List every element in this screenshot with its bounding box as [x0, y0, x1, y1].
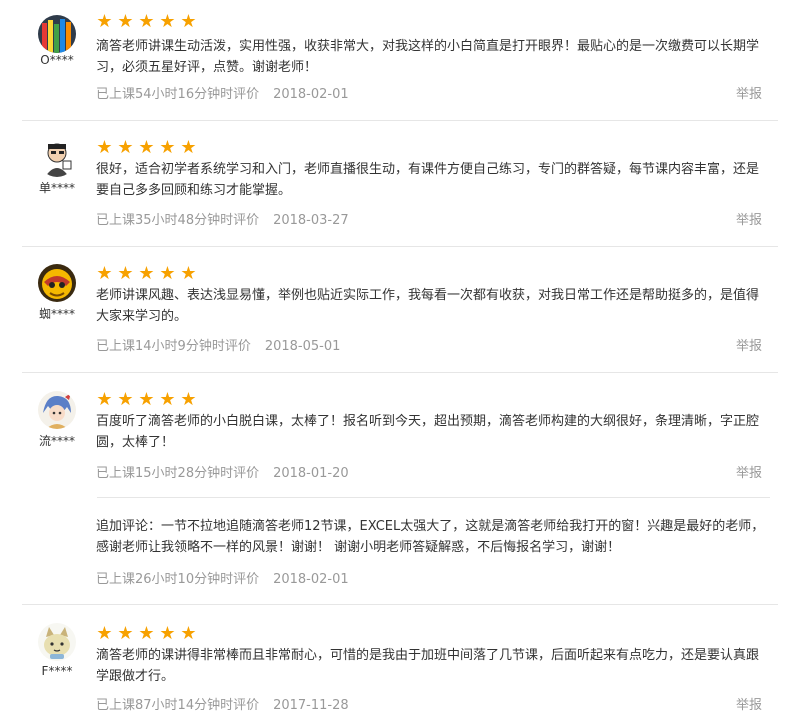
star-rating: ★ ★ ★ ★ ★ — [96, 391, 197, 409]
star-rating: ★ ★ ★ ★ ★ — [96, 625, 197, 643]
star-icon: ★ — [159, 623, 176, 644]
study-duration: 已上课54小时16分钟时评价 — [96, 87, 260, 102]
report-link[interactable]: 举报 — [736, 83, 762, 102]
review-text: 很好，适合初学者系统学习和入门，老师直播很生动，有课件方便自己练习，专门的群答疑… — [96, 162, 760, 198]
star-icon: ★ — [96, 137, 113, 158]
star-icon: ★ — [138, 623, 155, 644]
review-text: 滴答老师讲课生动活泼，实用性强，收获非常大，对我这样的小白简直是打开眼界！最贴心… — [96, 39, 760, 75]
followup-meta: 已上课26小时10分钟时评价 2018-02-01 — [96, 568, 349, 587]
review-meta: 已上课14小时9分钟时评价 2018-05-01 — [96, 335, 340, 354]
username: O**** — [40, 53, 74, 67]
report-link[interactable]: 举报 — [736, 209, 762, 228]
review-text: 滴答老师的课讲得非常棒而且非常耐心，可惜的是我由于加班中间落了几节课，后面听起来… — [96, 648, 760, 684]
star-icon: ★ — [117, 623, 134, 644]
study-duration: 已上课14小时9分钟时评价 — [96, 339, 251, 354]
review-meta: 已上课54小时16分钟时评价 2018-02-01 — [96, 83, 349, 102]
star-icon: ★ — [138, 263, 155, 284]
review-meta: 已上课15小时28分钟时评价 2018-01-20 — [96, 462, 349, 481]
followup-text: 追加评论：一节不拉地追随滴答老师12节课，EXCEL太强大了，这就是滴答老师给我… — [96, 519, 765, 555]
star-icon: ★ — [117, 11, 134, 32]
review-date: 2017-11-28 — [273, 698, 349, 713]
star-rating: ★ ★ ★ ★ ★ — [96, 13, 197, 31]
review-item: 蜘**** ★ ★ ★ ★ ★ 老师讲课风趣、表达浅显易懂，举例也贴近实际工作，… — [0, 247, 800, 373]
report-link[interactable]: 举报 — [736, 694, 762, 713]
star-icon: ★ — [117, 389, 134, 410]
study-duration: 已上课35小时48分钟时评价 — [96, 213, 260, 228]
avatar-cartoon-person-icon — [45, 143, 72, 177]
review-list: O**** ★ ★ ★ ★ ★ 滴答老师讲课生动活泼，实用性强，收获非常大，对我… — [0, 0, 800, 728]
report-link[interactable]: 举报 — [736, 335, 762, 354]
avatar-cartoon-cat-icon — [38, 623, 76, 661]
avatar[interactable] — [38, 139, 76, 177]
review-text: 百度听了滴答老师的小白脱白课，太棒了！报名听到今天，超出预期，滴答老师构建的大纲… — [96, 414, 760, 450]
review-date: 2018-03-27 — [273, 213, 349, 228]
review-date: 2018-01-20 — [273, 466, 349, 481]
star-icon: ★ — [138, 11, 155, 32]
review-text: 老师讲课风趣、表达浅显易懂，举例也贴近实际工作，我每看一次都有收获，对我日常工作… — [96, 288, 760, 324]
star-icon: ★ — [96, 389, 113, 410]
star-icon: ★ — [159, 137, 176, 158]
study-duration: 已上课87小时14分钟时评价 — [96, 698, 260, 713]
avatar[interactable] — [38, 15, 76, 53]
star-icon: ★ — [96, 623, 113, 644]
study-duration: 已上课26小时10分钟时评价 — [96, 572, 260, 587]
report-link[interactable]: 举报 — [736, 462, 762, 481]
review-item: O**** ★ ★ ★ ★ ★ 滴答老师讲课生动活泼，实用性强，收获非常大，对我… — [0, 0, 800, 123]
avatar[interactable] — [38, 623, 76, 661]
star-icon: ★ — [180, 389, 197, 410]
star-rating: ★ ★ ★ ★ ★ — [96, 139, 197, 157]
star-icon: ★ — [138, 389, 155, 410]
star-icon: ★ — [159, 263, 176, 284]
avatar[interactable] — [38, 391, 76, 429]
star-icon: ★ — [117, 137, 134, 158]
star-icon: ★ — [138, 137, 155, 158]
username: F**** — [41, 664, 73, 678]
star-rating: ★ ★ ★ ★ ★ — [96, 265, 197, 283]
username: 蜘**** — [38, 307, 75, 321]
avatar-anime-girl-icon — [38, 391, 76, 429]
avatar-pencils-icon — [38, 15, 76, 53]
star-icon: ★ — [96, 11, 113, 32]
star-icon: ★ — [159, 389, 176, 410]
review-date: 2018-02-01 — [273, 87, 349, 102]
review-item: 单**** ★ ★ ★ ★ ★ 很好，适合初学者系统学习和入门，老师直播很生动，… — [0, 121, 800, 247]
followup-divider — [97, 497, 770, 498]
star-icon: ★ — [117, 263, 134, 284]
star-icon: ★ — [96, 263, 113, 284]
star-icon: ★ — [159, 11, 176, 32]
review-meta: 已上课35小时48分钟时评价 2018-03-27 — [96, 209, 349, 228]
star-icon: ★ — [180, 263, 197, 284]
avatar-yellow-mask-icon — [38, 264, 76, 302]
username: 单**** — [38, 181, 75, 195]
review-item: F**** ★ ★ ★ ★ ★ 滴答老师的课讲得非常棒而且非常耐心，可惜的是我由… — [0, 605, 800, 728]
avatar[interactable] — [38, 264, 76, 302]
star-icon: ★ — [180, 137, 197, 158]
star-icon: ★ — [180, 623, 197, 644]
study-duration: 已上课15小时28分钟时评价 — [96, 466, 260, 481]
username: 流**** — [38, 434, 75, 448]
review-date: 2018-02-01 — [273, 572, 349, 587]
review-item: 流**** ★ ★ ★ ★ ★ 百度听了滴答老师的小白脱白课，太棒了！报名听到今… — [0, 373, 800, 605]
review-meta: 已上课87小时14分钟时评价 2017-11-28 — [96, 694, 349, 713]
review-date: 2018-05-01 — [264, 339, 341, 354]
star-icon: ★ — [180, 11, 197, 32]
